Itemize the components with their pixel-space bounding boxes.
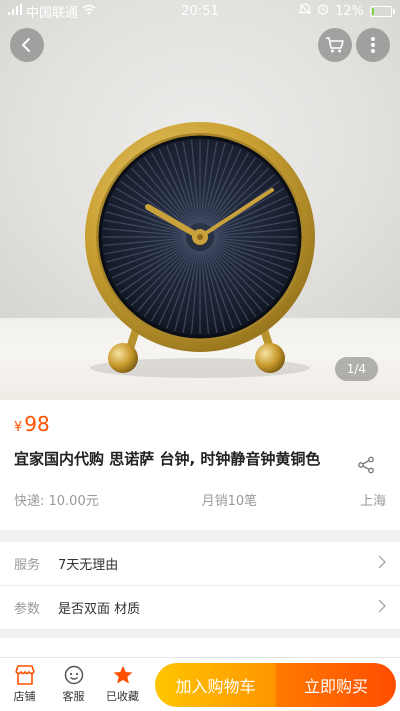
customer-service-label: 客服 bbox=[62, 690, 85, 703]
currency-symbol: ¥ bbox=[14, 420, 23, 435]
more-vertical-icon bbox=[371, 37, 375, 53]
share-button[interactable] bbox=[346, 448, 386, 474]
more-button[interactable] bbox=[356, 28, 390, 62]
battery-percent: 12% bbox=[335, 3, 364, 19]
service-row[interactable]: 服务 7天无理由 bbox=[0, 542, 400, 586]
row-value: 是否双面 材质 bbox=[58, 602, 141, 617]
back-button[interactable] bbox=[10, 28, 44, 62]
purchase-buttons: 加入购物车 立即购买 bbox=[155, 662, 396, 707]
bottom-action-bar: 店铺 客服 已收藏 加入购物车 立即购买 bbox=[0, 657, 400, 711]
price: ¥ 98 bbox=[14, 412, 386, 442]
add-to-cart-button[interactable]: 加入购物车 bbox=[155, 662, 276, 707]
shop-label: 店铺 bbox=[13, 690, 36, 703]
row-value: 7天无理由 bbox=[58, 558, 119, 573]
alarm-icon bbox=[317, 3, 329, 19]
signal-icon bbox=[8, 3, 22, 19]
battery-icon bbox=[370, 5, 395, 17]
shop-icon bbox=[14, 665, 35, 685]
alarm-off-icon bbox=[298, 3, 312, 19]
battery-level bbox=[372, 7, 374, 15]
shipping-fee: 快递: 10.00元 bbox=[14, 494, 99, 509]
row-label: 服务 bbox=[14, 558, 41, 573]
detail-rows: 服务 7天无理由 参数 是否双面 材质 bbox=[0, 542, 400, 630]
chevron-right-icon bbox=[378, 599, 386, 617]
product-meta: 快递: 10.00元 月销10笔 上海 bbox=[14, 490, 386, 509]
customer-service-tab[interactable]: 客服 bbox=[49, 658, 98, 711]
row-label: 参数 bbox=[14, 602, 41, 617]
gallery-page-indicator: 1/4 bbox=[334, 357, 378, 381]
monthly-sales: 月销10笔 bbox=[201, 494, 258, 509]
wifi-icon bbox=[82, 4, 96, 19]
customer-service-icon bbox=[64, 665, 83, 685]
product-info-card: ¥ 98 宜家国内代购 思诺萨 台钟, 时钟静音钟黄铜色 快递: 10.00元 … bbox=[0, 400, 400, 530]
params-row[interactable]: 参数 是否双面 材质 bbox=[0, 586, 400, 630]
cart-icon bbox=[326, 37, 344, 53]
back-arrow-icon bbox=[22, 38, 30, 52]
carrier-name: 中国联通 bbox=[26, 5, 79, 21]
favorite-label: 已收藏 bbox=[106, 690, 139, 703]
cart-button[interactable] bbox=[318, 28, 352, 62]
status-bar: 中国联通 20:51 12% bbox=[0, 0, 400, 22]
buy-now-button[interactable]: 立即购买 bbox=[276, 662, 396, 707]
price-value: 98 bbox=[24, 412, 50, 436]
product-title: 宜家国内代购 思诺萨 台钟, 时钟静音钟黄铜色 bbox=[14, 450, 321, 468]
shop-tab[interactable]: 店铺 bbox=[0, 658, 49, 711]
share-icon bbox=[358, 456, 374, 474]
ship-from-location: 上海 bbox=[359, 494, 386, 509]
star-icon bbox=[113, 665, 132, 684]
chevron-right-icon bbox=[378, 555, 386, 573]
favorite-tab[interactable]: 已收藏 bbox=[98, 658, 147, 711]
